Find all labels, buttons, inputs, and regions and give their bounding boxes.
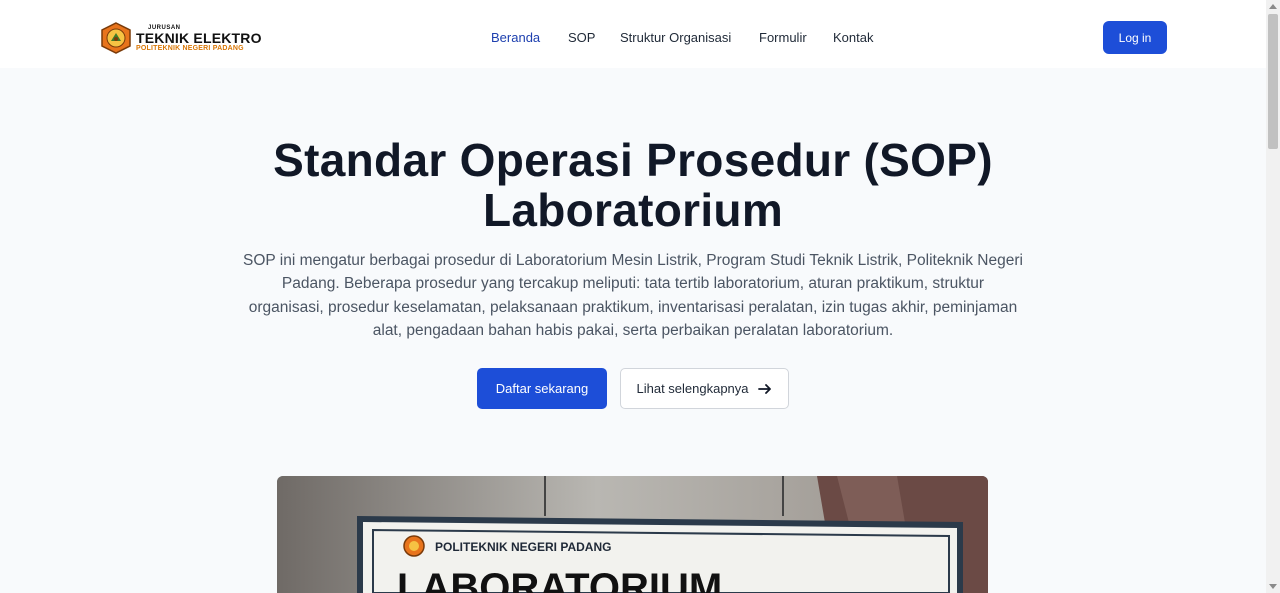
main-nav: Beranda SOP Struktur Organisasi Formulir…: [0, 30, 1266, 46]
laboratory-sign-photo: POLITEKNIK NEGERI PADANG LABORATORIUM: [277, 476, 988, 593]
sign-text: POLITEKNIK NEGERI PADANG: [435, 540, 611, 554]
nav-link-kontak[interactable]: Kontak: [833, 30, 873, 45]
laboratory-sign-illustration: POLITEKNIK NEGERI PADANG LABORATORIUM: [277, 476, 988, 593]
login-button[interactable]: Log in: [1103, 21, 1167, 54]
navbar: JURUSAN TEKNIK ELEKTRO POLITEKNIK NEGERI…: [0, 0, 1266, 68]
hero-title-line2: Laboratorium: [482, 184, 784, 236]
sign-big-text: LABORATORIUM: [397, 566, 722, 593]
nav-link-beranda[interactable]: Beranda: [491, 30, 540, 45]
nav-link-formulir[interactable]: Formulir: [759, 30, 807, 45]
arrow-right-icon: [757, 383, 771, 394]
nav-link-struktur-organisasi[interactable]: Struktur Organisasi: [620, 30, 731, 45]
see-more-button[interactable]: Lihat selengkapnya: [620, 368, 789, 409]
scroll-up-arrow-icon[interactable]: [1269, 4, 1277, 9]
see-more-label: Lihat selengkapnya: [636, 381, 749, 396]
hero-title-line1: Standar Operasi Prosedur (SOP): [273, 134, 993, 186]
scroll-thumb[interactable]: [1268, 14, 1278, 149]
nav-link-sop[interactable]: SOP: [568, 30, 595, 45]
hero-title: Standar Operasi Prosedur (SOP) Laborator…: [0, 135, 1266, 235]
scroll-down-arrow-icon[interactable]: [1269, 584, 1277, 589]
page-scrollbar[interactable]: [1266, 0, 1280, 593]
register-now-button[interactable]: Daftar sekarang: [477, 368, 607, 409]
hero-description: SOP ini mengatur berbagai prosedur di La…: [243, 252, 1023, 339]
